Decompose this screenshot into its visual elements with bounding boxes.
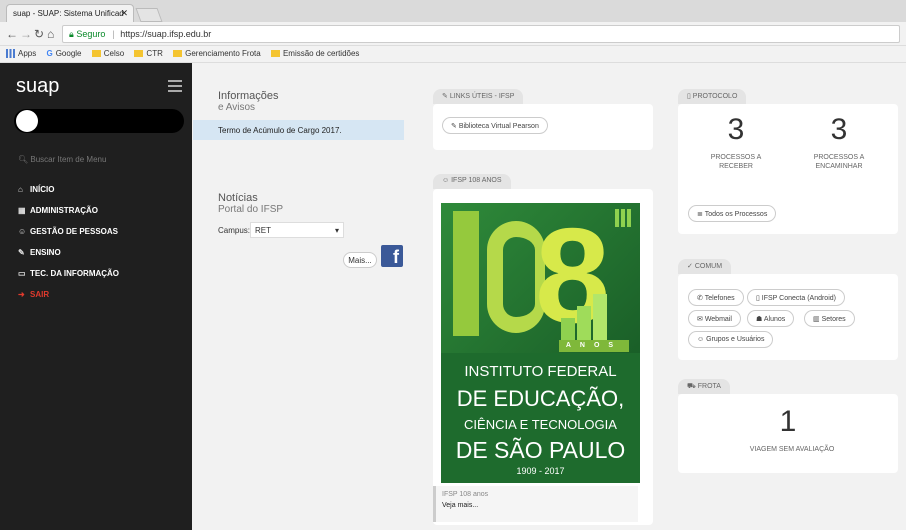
pearson-link-button[interactable]: ✎ Biblioteca Virtual Pearson [442, 117, 548, 134]
url-text: https://suap.ifsp.edu.br [120, 29, 212, 39]
info-item[interactable]: Termo de Acúmulo de Cargo 2017. [193, 120, 404, 140]
encaminhar-count[interactable]: 3 [809, 113, 869, 147]
bookmark-frota[interactable]: Gerenciamento Frota [173, 49, 261, 58]
new-tab-button[interactable] [135, 8, 163, 22]
receber-count[interactable]: 3 [706, 113, 766, 147]
tab-title: suap - SUAP: Sistema Unificad [13, 9, 124, 18]
poster-line3: CIÊNCIA E TECNOLOGIA [464, 417, 617, 432]
all-processes-button[interactable]: ≣ Todos os Processos [688, 205, 777, 222]
bookmark-google[interactable]: G Google [46, 49, 81, 58]
protocolo-chip: ▯ PROTOCOLO [678, 89, 747, 104]
list-icon: ≣ [697, 211, 705, 218]
poster-caption: IFSP 108 anos Veja mais... [433, 486, 638, 522]
exit-icon: ➜ [18, 290, 25, 299]
see-more-link[interactable]: Veja mais... [442, 502, 632, 509]
folder-icon [91, 50, 101, 58]
folder-icon [134, 50, 144, 58]
sidebar-item-gestao-pessoas[interactable]: ☺ GESTÃO DE PESSOAS [18, 227, 119, 248]
menu-search[interactable]: 🔍︎ Buscar Item de Menu [18, 155, 106, 164]
setores-button[interactable]: ▥ Setores [804, 310, 855, 327]
bookmark-apps[interactable]: Apps [6, 49, 36, 59]
ifsp-conecta-button[interactable]: ▯ IFSP Conecta (Android) [747, 289, 845, 306]
facebook-icon[interactable]: f [381, 245, 403, 267]
folder-icon [173, 50, 183, 58]
menu-toggle-icon[interactable] [168, 80, 182, 92]
check-icon: ✓ [687, 263, 695, 270]
pencil-icon: ✎ [18, 248, 25, 257]
link-icon: ✎ [451, 123, 459, 130]
admin-icon: ▦ [18, 206, 26, 215]
laptop-icon: ▭ [18, 269, 26, 278]
envelope-icon: ✉ [697, 316, 705, 323]
close-tab-icon[interactable]: ✕ [120, 8, 128, 19]
telefones-button[interactable]: ✆ Telefones [688, 289, 744, 306]
receber-label: PROCESSOS A RECEBER [710, 154, 762, 170]
people-icon: ☺ [442, 177, 452, 184]
browser-tab[interactable]: suap - SUAP: Sistema Unificad ✕ [6, 4, 134, 22]
avatar [16, 110, 38, 132]
bookmark-celso[interactable]: Celso [91, 49, 124, 58]
caret-down-icon: ▾ [334, 226, 339, 235]
people-icon: ☺ [697, 336, 707, 343]
poster-line1: INSTITUTO FEDERAL [464, 363, 617, 380]
encaminhar-label: PROCESSOS A ENCAMINHAR [813, 154, 865, 170]
address-bar: ← → ↻ ⌂ 🔒︎ Seguro | https://suap.ifsp.edu… [0, 22, 906, 46]
building-icon: ▥ [813, 316, 822, 323]
apps-grid-icon [6, 49, 15, 59]
poster-line2: DE EDUCAÇÃO, [456, 386, 625, 411]
google-icon: G [46, 49, 53, 58]
links-chip: ✎ LINKS ÚTEIS - IFSP [433, 89, 524, 104]
home-icon[interactable]: ⌂ [47, 27, 54, 41]
sidebar: suap 🔍︎ Buscar Item de Menu ⌂ INÍCIO ▦ ADM… [0, 63, 192, 530]
anniversary-poster[interactable]: 8 ANOS INSTITUTO FEDERAL DE EDUCAÇÃO, CI… [441, 203, 640, 483]
secure-label: Seguro [76, 29, 106, 39]
sidebar-item-sair[interactable]: ➜ SAIR [18, 290, 119, 311]
graduation-cap-icon: ☗ [756, 316, 764, 323]
anniversary-chip: ☺ IFSP 108 ANOS [433, 174, 511, 189]
link-icon: ✎ [442, 93, 450, 100]
alunos-button[interactable]: ☗ Alunos [747, 310, 795, 327]
info-title: Informações e Avisos [218, 90, 279, 113]
viagem-count[interactable]: 1 [758, 405, 818, 439]
frota-chip: ⛟ FROTA [678, 379, 730, 394]
poster-anos: ANOS [559, 340, 629, 352]
more-news-button[interactable]: Mais... [343, 252, 377, 268]
search-icon: 🔍︎ [18, 155, 29, 164]
info-subtitle: e Avisos [218, 102, 256, 113]
poster-digit-1 [453, 211, 479, 336]
poster-years: 1909 - 2017 [516, 466, 565, 476]
grupos-usuarios-button[interactable]: ☺ Grupos e Usuários [688, 331, 774, 348]
browser-tab-bar: suap - SUAP: Sistema Unificad ✕ [0, 0, 906, 22]
people-icon: ☺ [18, 227, 27, 236]
viagem-label: VIAGEM SEM AVALIAÇÃO [749, 446, 835, 453]
sidebar-item-inicio[interactable]: ⌂ INÍCIO [18, 185, 119, 206]
forward-icon[interactable]: → [20, 27, 32, 41]
app-logo[interactable]: suap [16, 75, 59, 98]
search-placeholder: Buscar Item de Menu [30, 155, 107, 164]
bookmark-ctr[interactable]: CTR [134, 49, 163, 58]
folder-icon [270, 50, 280, 58]
comum-chip: ✓ COMUM [678, 259, 732, 274]
home-icon: ⌂ [18, 185, 23, 194]
sidebar-item-ti[interactable]: ▭ TEC. DA INFORMAÇÃO [18, 269, 119, 290]
poster-line4: DE SÃO PAULO [455, 437, 626, 463]
sidebar-item-administracao[interactable]: ▦ ADMINISTRAÇÃO [18, 206, 119, 227]
user-box[interactable] [14, 109, 184, 133]
sidebar-menu: ⌂ INÍCIO ▦ ADMINISTRAÇÃO ☺ GESTÃO DE PESSOA… [18, 185, 119, 311]
bookmark-certidoes[interactable]: Emissão de certidões [270, 49, 359, 58]
reload-icon[interactable]: ↻ [34, 27, 44, 41]
lock-icon: 🔒︎ [69, 29, 74, 39]
url-field[interactable]: 🔒︎ Seguro | https://suap.ifsp.edu.br [62, 25, 900, 43]
campus-select[interactable]: RET ▾ [250, 222, 344, 238]
news-subtitle: Portal do IFSP [218, 204, 284, 215]
news-title: Notícias Portal do IFSP [218, 192, 284, 215]
phone-icon: ✆ [697, 295, 705, 302]
ifsp-logo-icon [615, 209, 631, 227]
webmail-button[interactable]: ✉ Webmail [688, 310, 741, 327]
back-icon[interactable]: ← [6, 27, 18, 41]
bookmarks-bar: Apps G Google Celso CTR Gerenciamento Fro… [0, 46, 906, 63]
campus-label: Campus: [218, 226, 251, 235]
car-icon: ⛟ [687, 383, 698, 390]
sidebar-item-ensino[interactable]: ✎ ENSINO [18, 248, 119, 269]
